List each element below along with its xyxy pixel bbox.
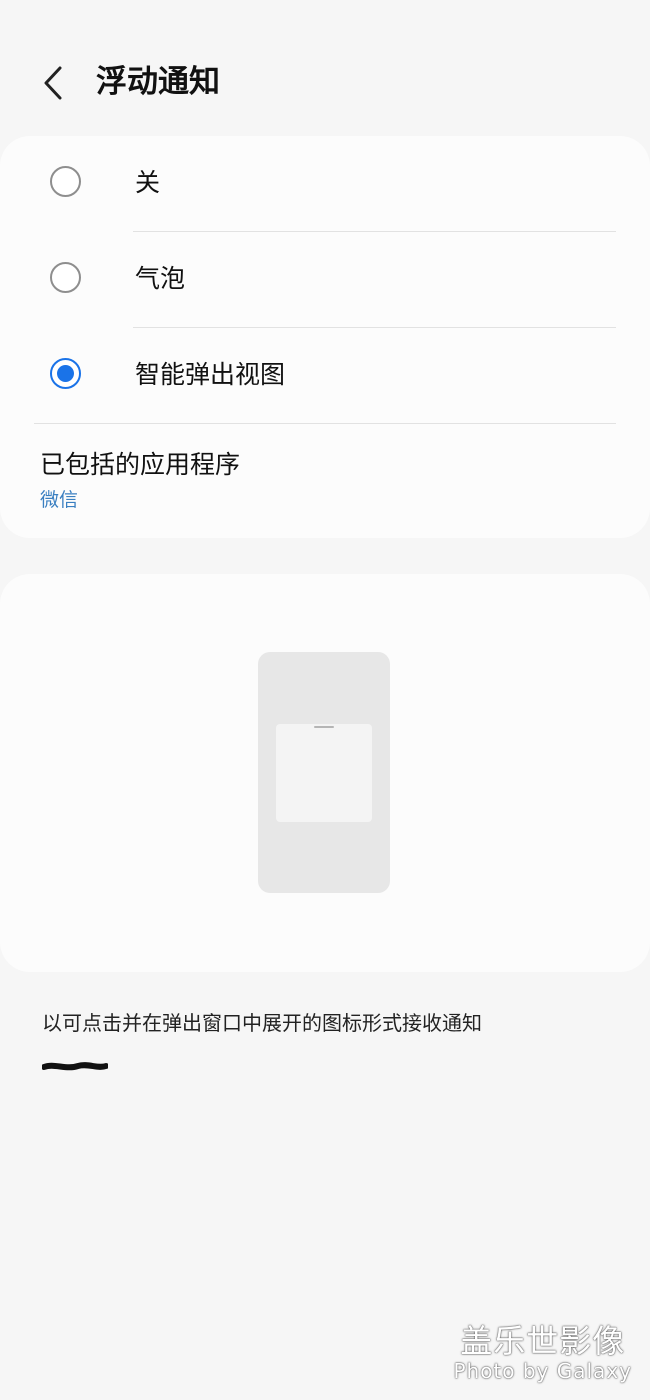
included-apps-value: 微信	[40, 489, 79, 511]
floating-notification-options-card: 关 气泡 智能弹出视图 已包括的应用程序 微信	[0, 136, 650, 538]
description-text: 以可点击并在弹出窗口中展开的图标形式接收通知	[42, 1011, 482, 1035]
radio-button-smart-popup-view[interactable]	[50, 358, 81, 389]
option-bubbles[interactable]: 气泡	[0, 232, 650, 328]
included-apps-item[interactable]: 已包括的应用程序 微信	[0, 424, 650, 534]
watermark-sub: Photo by Galaxy	[453, 1359, 632, 1383]
radio-button-bubbles[interactable]	[50, 262, 81, 293]
watermark: 盖乐世影像 Photo by Galaxy	[453, 1322, 632, 1382]
popup-window-illustration	[276, 724, 372, 822]
included-apps-title: 已包括的应用程序	[40, 450, 241, 479]
preview-card	[0, 574, 650, 972]
option-bubbles-label: 气泡	[135, 264, 186, 293]
option-smart-popup-view[interactable]: 智能弹出视图	[0, 328, 650, 424]
radio-button-off[interactable]	[50, 166, 81, 197]
phone-popup-illustration	[258, 652, 390, 893]
option-off-label: 关	[135, 168, 161, 197]
back-button[interactable]	[28, 58, 78, 108]
app-bar: 浮动通知	[0, 0, 650, 130]
page-title: 浮动通知	[96, 64, 220, 100]
watermark-main: 盖乐世影像	[460, 1322, 626, 1360]
popup-handle	[314, 726, 334, 728]
chevron-left-icon	[44, 66, 62, 100]
option-off[interactable]: 关	[0, 136, 650, 232]
option-smart-popup-view-label: 智能弹出视图	[135, 360, 286, 389]
redaction-scribble	[42, 1062, 108, 1071]
